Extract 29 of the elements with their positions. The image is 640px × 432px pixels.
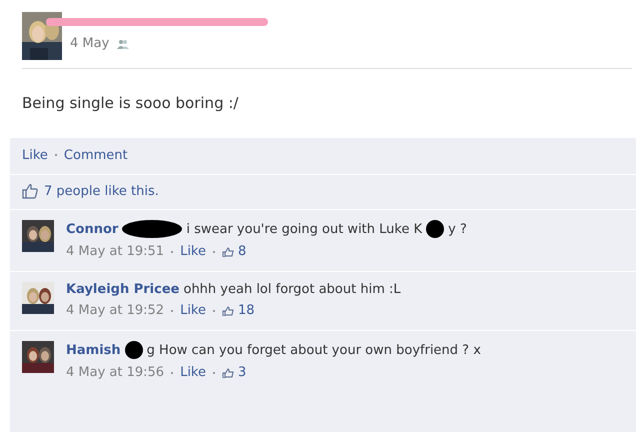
thumbs-up-icon [222, 246, 234, 256]
like-count[interactable]: 3 [238, 365, 246, 380]
likes-summary[interactable]: 7 people like this. [44, 184, 159, 198]
redaction-mark [124, 341, 143, 359]
redaction-mark [426, 220, 444, 238]
comment-text: g How can you forget about your own boyfriend ? x [146, 342, 481, 358]
friends-icon [117, 38, 130, 48]
comment-text: ohhh yeah lol forgot about him :L [183, 282, 401, 297]
action-link[interactable]: Comment [64, 148, 128, 162]
like-link[interactable]: Like [180, 365, 206, 380]
action-link[interactable]: Like [22, 148, 48, 162]
thumbs-up-icon [22, 183, 38, 199]
like-link[interactable]: Like [180, 244, 206, 259]
thumbs-up-icon [222, 306, 234, 316]
like-link[interactable]: Like [180, 303, 206, 318]
post-message: Being single is sooo boring :/ [22, 94, 240, 114]
comment-time[interactable]: 4 May at 19:56 [66, 365, 164, 380]
redaction-mark [122, 220, 182, 238]
comment-text: i swear you're going out with Luke K [186, 222, 422, 236]
like-count[interactable]: 18 [238, 303, 255, 318]
comment-author[interactable]: Kayleigh Pricee [66, 282, 180, 297]
thumbs-up-icon [222, 368, 234, 378]
comment-author[interactable]: Hamish [66, 342, 121, 358]
comment-time[interactable]: 4 May at 19:51 [66, 244, 164, 259]
like-count[interactable]: 8 [238, 244, 246, 259]
comment-author[interactable]: Connor [66, 222, 118, 236]
comment-text: y ? [448, 222, 467, 236]
comment-time[interactable]: 4 May at 19:52 [66, 303, 164, 318]
post-date[interactable]: 4 May [70, 36, 110, 51]
